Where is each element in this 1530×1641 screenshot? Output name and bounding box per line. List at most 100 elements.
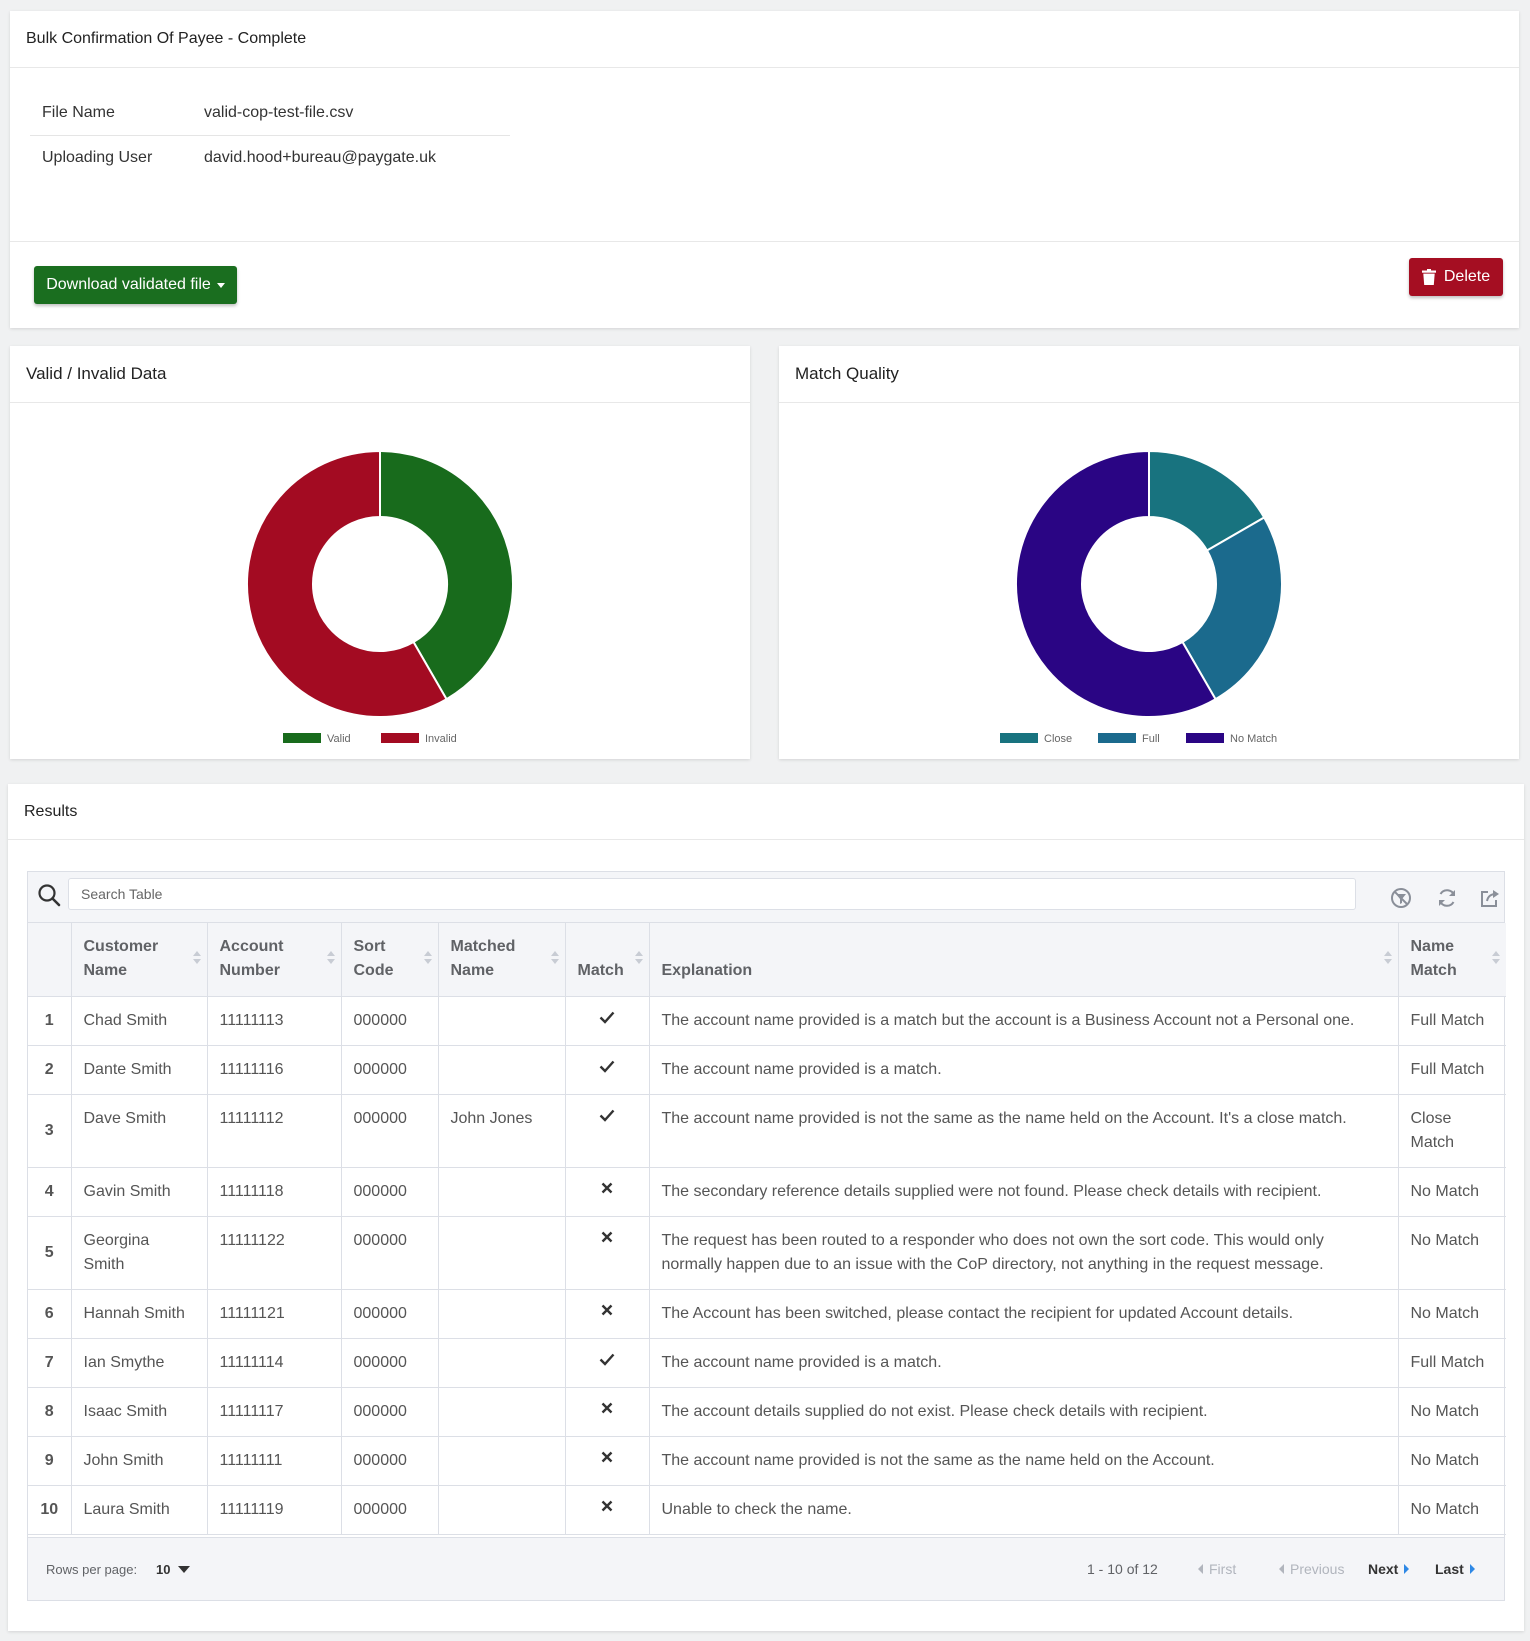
cell-customer-name: Dante Smith <box>71 1045 208 1095</box>
search-input[interactable] <box>68 878 1356 910</box>
cell-account-number: 11111121 <box>207 1289 342 1339</box>
cell-customer-name: Gavin Smith <box>71 1167 208 1217</box>
sort-icon <box>1383 951 1392 965</box>
cell-customer-name: Laura Smith <box>71 1485 208 1535</box>
row-index: 4 <box>28 1167 72 1217</box>
cell-account-number: 11111114 <box>207 1338 342 1388</box>
sort-icon <box>634 951 643 965</box>
table-row[interactable]: 5 Georgina Smith 11111122 000000 The request… <box>28 1216 1506 1290</box>
column-header-sort-code[interactable]: Sort Code <box>341 923 439 997</box>
cross-icon <box>601 1231 613 1243</box>
column-header-matched-name[interactable]: Matched Name <box>438 923 566 997</box>
previous-page-button[interactable]: Previous <box>1279 1561 1344 1577</box>
legend-label[interactable]: Full <box>1142 733 1160 745</box>
next-page-button[interactable]: Next <box>1368 1561 1410 1577</box>
chart-title: Valid / Invalid Data <box>10 346 750 403</box>
row-index: 10 <box>28 1485 72 1535</box>
row-index: 5 <box>28 1216 72 1290</box>
results-table-container: CustomerName AccountNumber SortCode Matc… <box>27 871 1506 1601</box>
cell-sort-code: 000000 <box>341 1167 439 1217</box>
results-title: Results <box>8 784 1524 840</box>
cell-explanation: The secondary reference details supplied… <box>649 1167 1399 1217</box>
column-header-explanation[interactable]: Explanation <box>649 923 1399 997</box>
legend-label[interactable]: Close <box>1044 733 1072 745</box>
legend-swatch[interactable] <box>1098 733 1136 743</box>
cell-match <box>565 1436 650 1486</box>
export-icon[interactable] <box>1478 886 1502 910</box>
cell-name-match: Close Match <box>1398 1094 1506 1168</box>
column-header-customer-name[interactable]: Customer Name <box>71 923 208 997</box>
row-index: 1 <box>28 996 72 1046</box>
valid-invalid-donut-chart: Valid Invalid <box>246 449 514 745</box>
table-row[interactable]: 6 Hannah Smith 11111121 000000 The Account h… <box>28 1289 1506 1339</box>
column-header-name-match[interactable]: Name Match <box>1398 923 1506 997</box>
match-quality-donut-chart: Close Full No Match <box>1000 449 1283 745</box>
cell-name-match: No Match <box>1398 1485 1506 1535</box>
cell-sort-code: 000000 <box>341 1045 439 1095</box>
cell-explanation: The request has been routed to a respond… <box>649 1216 1399 1290</box>
cell-match <box>565 1485 650 1535</box>
check-icon <box>599 1353 615 1366</box>
rows-per-page-label: Rows per page: <box>46 1562 138 1577</box>
column-header-match[interactable]: Match <box>565 923 650 997</box>
legend-swatch[interactable] <box>381 733 419 743</box>
cell-account-number: 11111117 <box>207 1387 342 1437</box>
table-row[interactable]: 7 Ian Smythe 11111114 000000 The account nam… <box>28 1338 1506 1388</box>
table-row[interactable]: 2 Dante Smith 11111116 000000 The account na… <box>28 1045 1506 1095</box>
table-row[interactable]: 9 John Smith 11111111 000000 The account nam… <box>28 1436 1506 1486</box>
legend-swatch[interactable] <box>283 733 321 743</box>
cell-matched-name: John Jones <box>438 1094 566 1168</box>
legend-label[interactable]: No Match <box>1230 733 1277 745</box>
refresh-icon[interactable] <box>1435 886 1459 910</box>
table-row[interactable]: 4 Gavin Smith 11111118 000000 The secondary … <box>28 1167 1506 1217</box>
table-row[interactable]: 10 Laura Smith 11111119 000000 Unable to che… <box>28 1485 1506 1535</box>
results-table: Customer Name Account Number Sort Code Matc… <box>28 923 1506 1535</box>
cell-matched-name <box>438 996 566 1046</box>
cell-account-number: 11111111 <box>207 1436 342 1486</box>
cell-sort-code: 000000 <box>341 1436 439 1486</box>
cell-match <box>565 996 650 1046</box>
sort-icon <box>326 951 335 965</box>
cell-account-number: 11111119 <box>207 1485 342 1535</box>
legend-label[interactable]: Invalid <box>425 733 457 745</box>
cell-sort-code: 000000 <box>341 1387 439 1437</box>
column-header-account-number[interactable]: Account Number <box>207 923 342 997</box>
clear-filter-icon[interactable] <box>1389 886 1413 910</box>
download-validated-file-button[interactable]: Download validated file <box>34 266 237 304</box>
legend-swatch[interactable] <box>1000 733 1038 743</box>
chevron-left-icon <box>1198 1564 1203 1574</box>
rows-per-page-value: 10 <box>156 1562 171 1577</box>
table-header-row: Customer Name Account Number Sort Code Matc… <box>28 923 1506 997</box>
valid-invalid-chart-card: Valid / Invalid Data Valid Invalid <box>10 346 750 759</box>
delete-button-label: Delete <box>1443 268 1491 285</box>
cell-matched-name <box>438 1338 566 1388</box>
cell-matched-name <box>438 1387 566 1437</box>
cross-icon <box>601 1451 613 1463</box>
table-row[interactable]: 3 Dave Smith 11111112 000000 John Jones The a… <box>28 1094 1506 1168</box>
legend-swatch[interactable] <box>1186 733 1224 743</box>
sort-icon <box>1492 951 1500 965</box>
last-page-button[interactable]: Last <box>1435 1561 1475 1577</box>
cell-explanation: The account details supplied do not exis… <box>649 1387 1399 1437</box>
rows-per-page-select[interactable]: 10 <box>156 1562 191 1577</box>
file-name-value: valid-cop-test-file.csv <box>192 91 510 136</box>
cell-account-number: 11111118 <box>207 1167 342 1217</box>
cell-matched-name <box>438 1167 566 1217</box>
search-icon <box>38 884 61 907</box>
uploading-user-label: Uploading User <box>42 149 153 166</box>
cell-customer-name: Isaac Smith <box>71 1387 208 1437</box>
file-name-label: File Name <box>30 91 192 136</box>
cell-matched-name <box>438 1485 566 1535</box>
cell-sort-code: 000000 <box>341 1289 439 1339</box>
first-page-button[interactable]: First <box>1198 1561 1236 1577</box>
cell-sort-code: 000000 <box>341 1094 439 1168</box>
table-row[interactable]: 1 Chad Smith 11111113 000000 The account nam… <box>28 996 1506 1046</box>
delete-button[interactable]: Delete <box>1409 258 1503 296</box>
legend-label[interactable]: Valid <box>327 733 351 745</box>
chevron-right-icon <box>1404 1564 1410 1574</box>
cell-customer-name: Georgina Smith <box>71 1216 208 1290</box>
cell-matched-name <box>438 1436 566 1486</box>
table-row[interactable]: 8 Isaac Smith 11111117 000000 The account de… <box>28 1387 1506 1437</box>
cell-account-number: 11111112 <box>207 1094 342 1168</box>
chevron-right-icon <box>1469 1564 1475 1574</box>
